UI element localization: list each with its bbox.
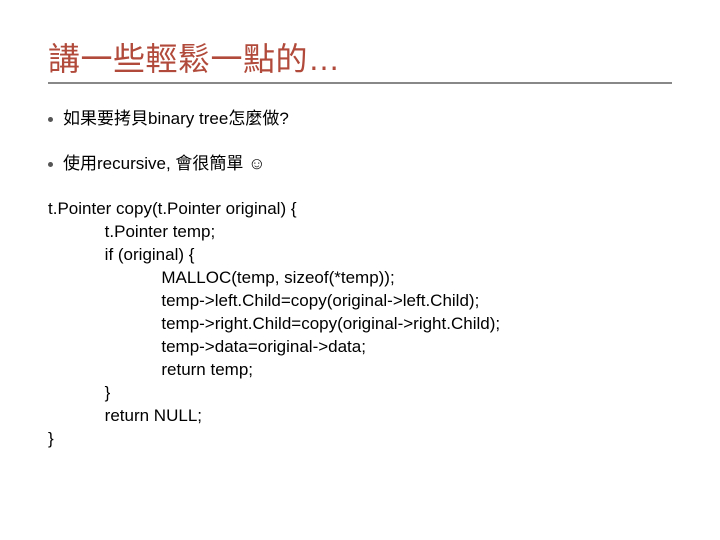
bullet-list: 如果要拷貝binary tree怎麼做? 使用recursive, 會很簡單 ☺ [48,108,672,176]
code-block: t.Pointer copy(t.Pointer original) { t.P… [48,198,672,450]
bullet-text: 使用recursive, 會很簡單 ☺ [63,153,266,176]
slide-title: 講一些輕鬆一點的… [48,40,672,78]
bullet-icon [48,162,53,167]
bullet-text: 如果要拷貝binary tree怎麼做? [63,108,289,131]
title-block: 講一些輕鬆一點的… [48,40,672,84]
list-item: 如果要拷貝binary tree怎麼做? [48,108,672,131]
title-underline [48,82,672,84]
list-item: 使用recursive, 會很簡單 ☺ [48,153,672,176]
slide: 講一些輕鬆一點的… 如果要拷貝binary tree怎麼做? 使用recursi… [0,0,720,540]
bullet-icon [48,117,53,122]
